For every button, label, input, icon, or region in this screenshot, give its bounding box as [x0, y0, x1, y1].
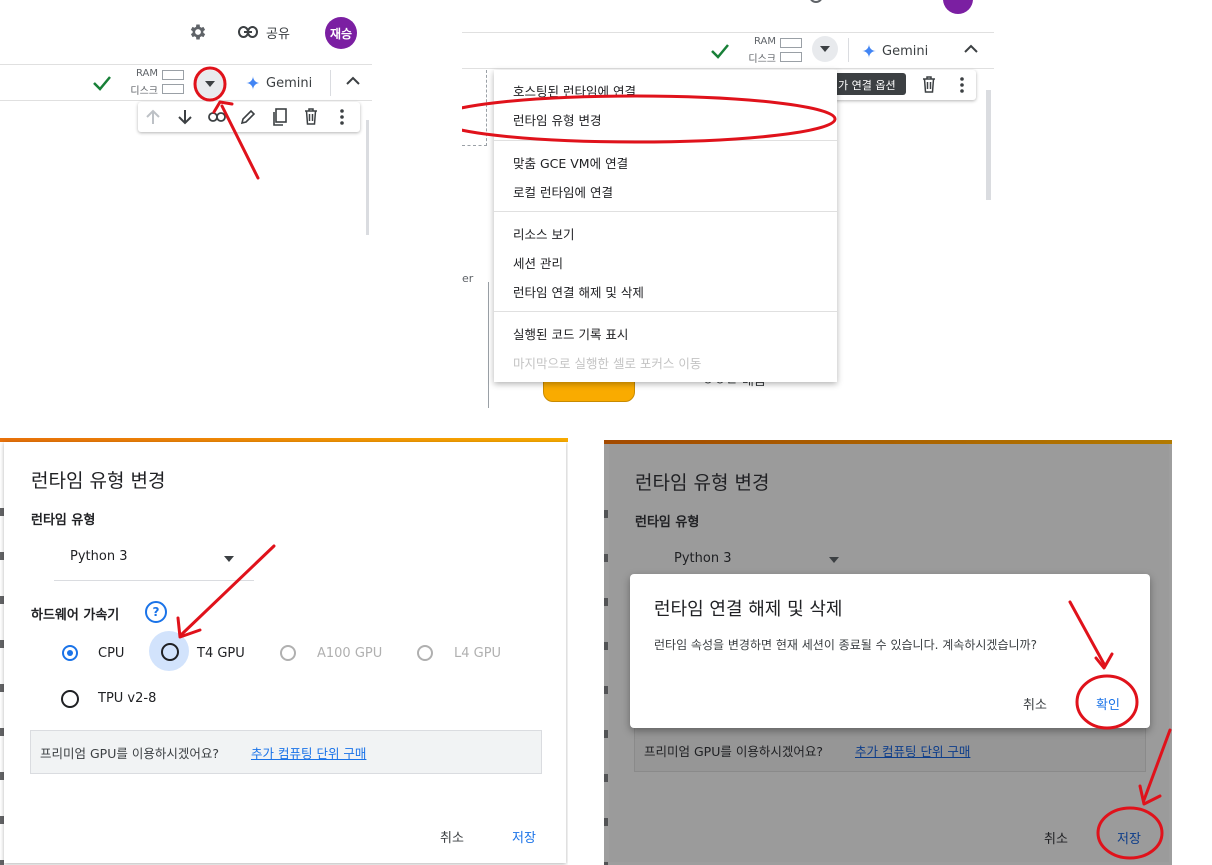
panel-runtime-dialog: 런타임 유형 변경 런타임 유형 Python 3 하드웨어 가속기 ? CPU… — [0, 438, 568, 865]
panel-toolbar-crop: 공유 재승 RAM 디스크 Gemini — [0, 0, 372, 270]
annotation-arrow — [176, 544, 276, 639]
annotation-circle — [462, 94, 837, 144]
panel-confirm-dialog: 런타임 유형 변경 런타임 유형 Python 3 프리미엄 GPU를 이용하시… — [604, 440, 1172, 865]
panel-runtime-menu-crop: RAM 디스크 Gemini 가 연결 옵션 er ㅇㅇㄷ 배움 호스팅된 런타… — [462, 0, 994, 408]
annotation-circle — [193, 66, 260, 180]
annotation-circles — [1068, 600, 1172, 860]
